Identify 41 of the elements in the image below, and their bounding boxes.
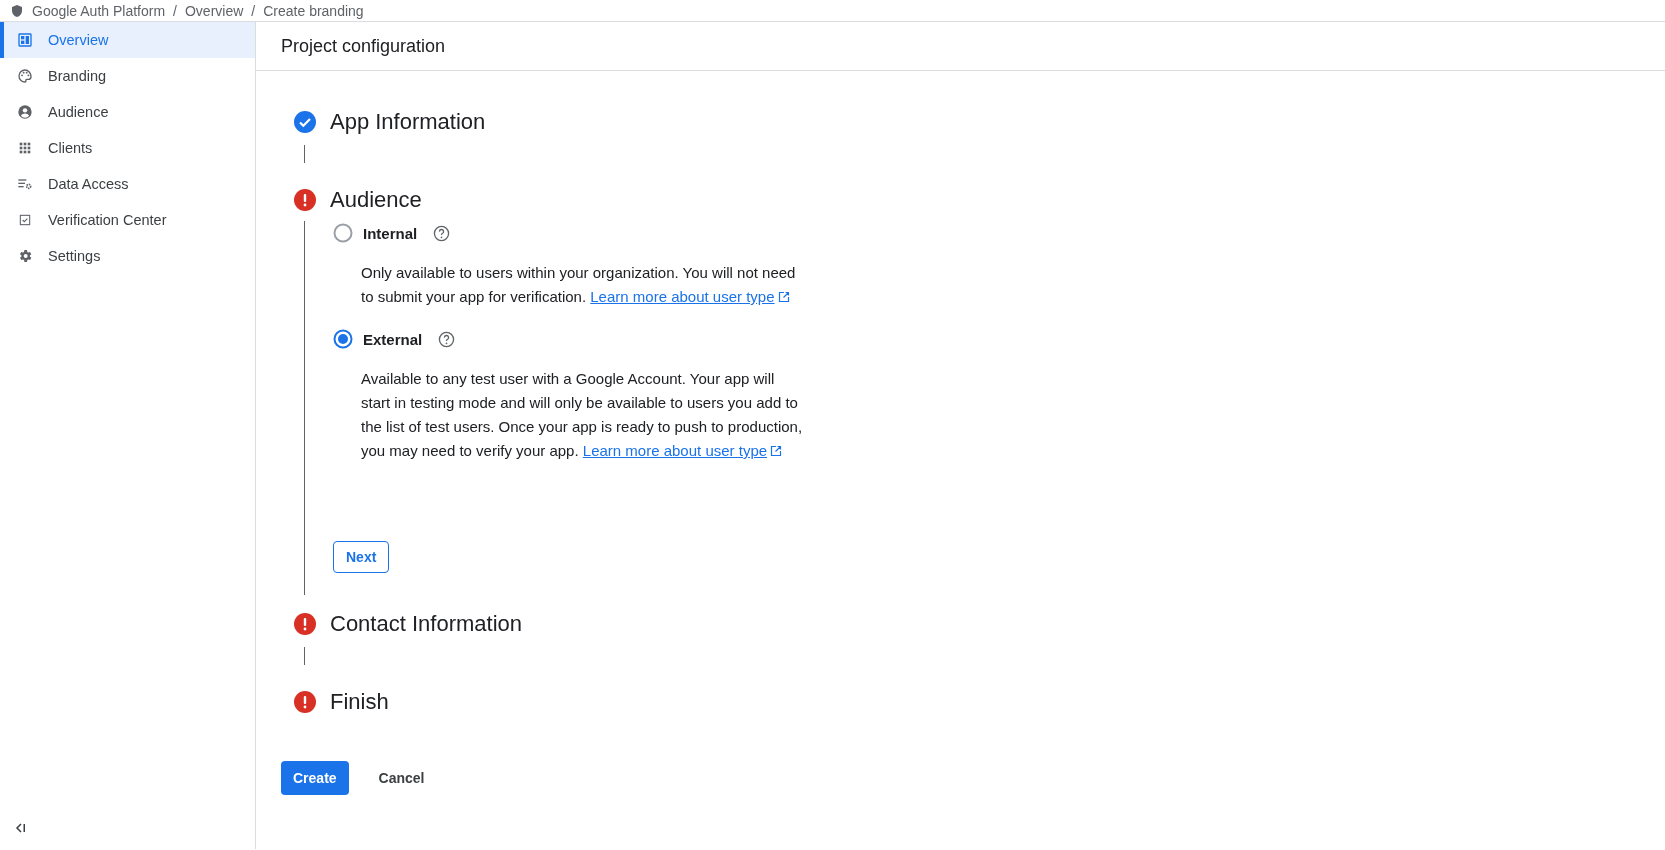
shield-icon: [10, 3, 24, 18]
palette-icon: [17, 68, 33, 84]
option-description: Only available to users within your organization. You will not need to submit your app for verification. Learn more about user type: [361, 263, 797, 307]
breadcrumb-link[interactable]: Google Auth Platform: [32, 2, 166, 19]
breadcrumb-separator: /: [173, 2, 177, 19]
page-title: Project configuration: [256, 22, 1665, 71]
sidebar-item[interactable]: Branding: [0, 58, 255, 94]
radio-button[interactable]: [333, 329, 353, 349]
settings-icon: [17, 248, 33, 264]
learn-more-link[interactable]: Learn more about user type: [582, 442, 783, 459]
sidebar-item[interactable]: Verification Center: [0, 202, 255, 238]
dashboard-icon: [17, 32, 33, 48]
sidebar-item[interactable]: Clients: [0, 130, 255, 166]
option-description: Available to any test user with a Google Account. Your app will start in testing mode and will only be available to users you add to the list of test users. Once your app is ready to push to production, you may need to verify your app. Learn more about user type: [361, 369, 804, 461]
checkbox-icon: [17, 212, 33, 228]
step-title: Audience: [330, 187, 422, 213]
help-icon[interactable]: [438, 330, 456, 348]
step-title: Contact Information: [330, 611, 522, 637]
list-settings-icon: [17, 176, 33, 192]
step-title: Finish: [330, 689, 389, 715]
external-link-icon: [777, 291, 790, 303]
breadcrumb-separator: /: [251, 2, 256, 19]
collapse-icon[interactable]: [14, 821, 28, 835]
next-button[interactable]: Next: [333, 541, 390, 573]
cancel-button[interactable]: Cancel: [368, 761, 435, 795]
external-link-icon: [770, 445, 783, 457]
sidebar-item[interactable]: Settings: [0, 238, 255, 274]
option-label: External: [363, 330, 423, 348]
breadcrumb-link[interactable]: Create branding: [263, 2, 364, 19]
sidebar-item[interactable]: Data Access: [0, 166, 255, 202]
sidebar-item[interactable]: Overview: [0, 22, 255, 58]
sidebar-item[interactable]: Audience: [0, 94, 255, 130]
help-icon[interactable]: [433, 224, 451, 242]
option-label: Internal: [363, 224, 418, 242]
radio-button[interactable]: [333, 223, 353, 243]
learn-more-link[interactable]: Learn more about user type: [590, 288, 790, 305]
create-button[interactable]: Create: [281, 761, 349, 795]
breadcrumb-link[interactable]: Overview: [184, 2, 244, 19]
account-circle-icon: [17, 104, 33, 120]
grid-icon: [17, 140, 33, 156]
step-title: App Information: [330, 109, 486, 135]
